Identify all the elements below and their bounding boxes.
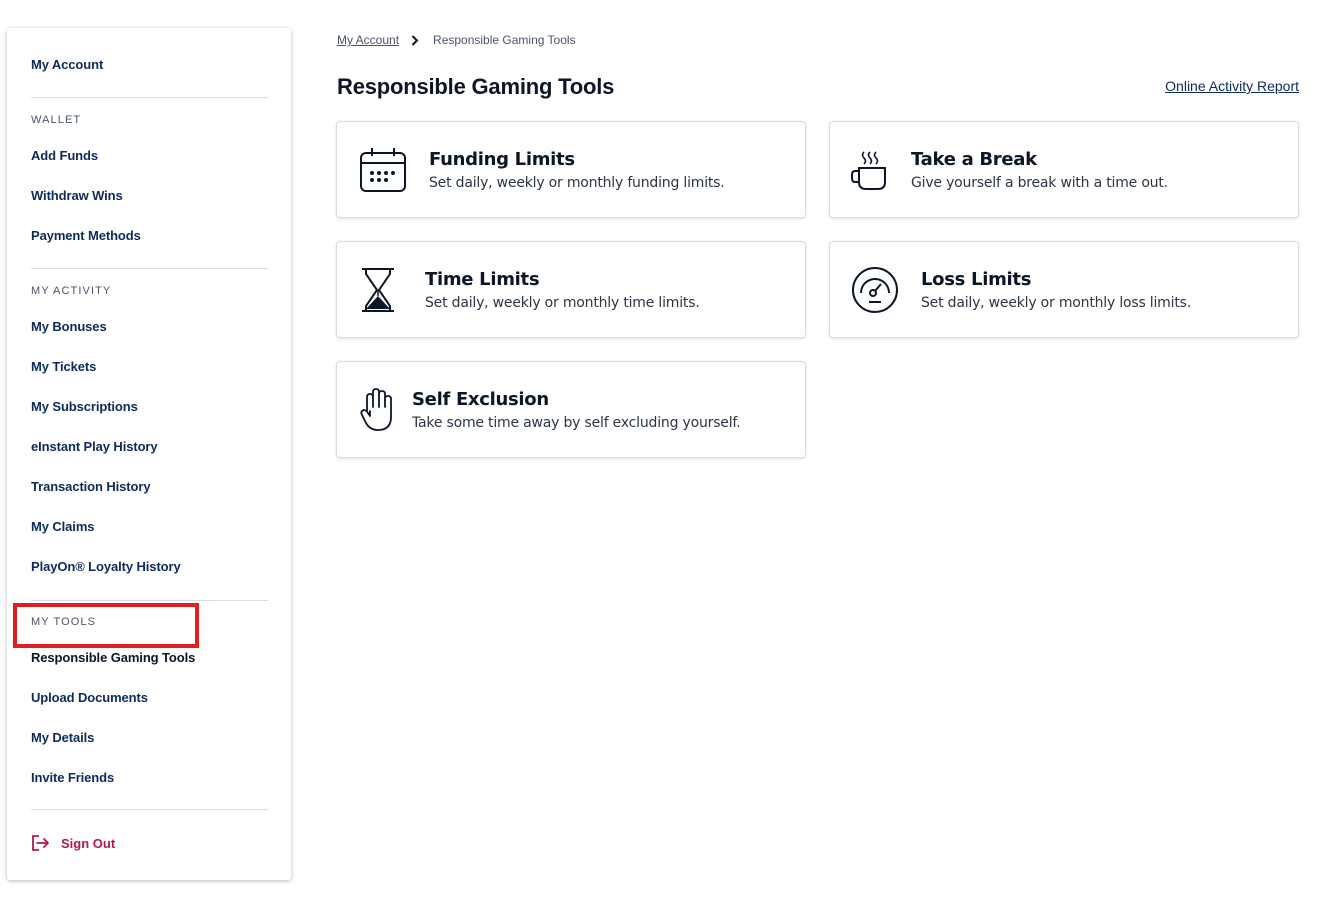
calendar-icon xyxy=(359,146,407,194)
sign-out-label: Sign Out xyxy=(61,835,116,851)
sidebar-item-playon-loyalty-history[interactable]: PlayOn® Loyalty History xyxy=(31,559,181,574)
sidebar-item-withdraw-wins[interactable]: Withdraw Wins xyxy=(31,188,123,203)
active-item-highlight xyxy=(13,603,199,648)
card-description: Set daily, weekly or monthly loss limits… xyxy=(921,295,1191,311)
card-title: Time Limits xyxy=(425,269,540,290)
take-a-break-card[interactable]: Take a Break Give yourself a break with … xyxy=(829,121,1299,218)
card-title: Funding Limits xyxy=(429,149,575,170)
account-sidebar: My Account WALLET Add Funds Withdraw Win… xyxy=(7,28,291,880)
card-title: Self Exclusion xyxy=(412,389,549,410)
breadcrumb-current: Responsible Gaming Tools xyxy=(433,33,576,47)
sidebar-divider xyxy=(31,268,268,269)
page-title: Responsible Gaming Tools xyxy=(337,74,615,99)
loss-limits-card[interactable]: Loss Limits Set daily, weekly or monthly… xyxy=(829,241,1299,338)
breadcrumb: My Account Responsible Gaming Tools xyxy=(337,33,576,47)
sidebar-item-payment-methods[interactable]: Payment Methods xyxy=(31,228,141,243)
breadcrumb-my-account-link[interactable]: My Account xyxy=(337,33,399,47)
sidebar-item-invite-friends[interactable]: Invite Friends xyxy=(31,770,114,785)
coffee-cup-icon xyxy=(850,148,892,192)
card-description: Give yourself a break with a time out. xyxy=(911,175,1168,191)
chevron-right-icon xyxy=(411,34,419,46)
sign-out-button[interactable]: Sign Out xyxy=(31,834,115,852)
sidebar-item-my-claims[interactable]: My Claims xyxy=(31,519,95,534)
sidebar-item-my-subscriptions[interactable]: My Subscriptions xyxy=(31,399,138,414)
hourglass-icon xyxy=(360,266,396,314)
sidebar-item-add-funds[interactable]: Add Funds xyxy=(31,148,98,163)
sidebar-item-my-details[interactable]: My Details xyxy=(31,730,94,745)
sidebar-section-activity: MY ACTIVITY xyxy=(31,285,112,297)
card-description: Set daily, weekly or monthly funding lim… xyxy=(429,175,725,191)
sidebar-divider xyxy=(31,600,268,601)
sidebar-item-my-tickets[interactable]: My Tickets xyxy=(31,359,96,374)
sidebar-item-einstant-play-history[interactable]: eInstant Play History xyxy=(31,439,158,454)
card-title: Loss Limits xyxy=(921,269,1032,290)
sidebar-section-wallet: WALLET xyxy=(31,114,82,126)
hand-icon xyxy=(359,387,393,433)
funding-limits-card[interactable]: Funding Limits Set daily, weekly or mont… xyxy=(336,121,806,218)
sidebar-item-my-account[interactable]: My Account xyxy=(31,57,103,72)
online-activity-report-link[interactable]: Online Activity Report xyxy=(1165,78,1299,94)
sign-out-icon xyxy=(31,834,51,852)
sidebar-divider xyxy=(31,97,268,98)
sidebar-item-transaction-history[interactable]: Transaction History xyxy=(31,479,151,494)
sidebar-item-my-bonuses[interactable]: My Bonuses xyxy=(31,319,107,334)
card-title: Take a Break xyxy=(911,149,1037,170)
sidebar-divider xyxy=(31,809,268,810)
sidebar-item-responsible-gaming-tools[interactable]: Responsible Gaming Tools xyxy=(31,650,195,665)
card-description: Set daily, weekly or monthly time limits… xyxy=(425,295,700,311)
self-exclusion-card[interactable]: Self Exclusion Take some time away by se… xyxy=(336,361,806,458)
sidebar-item-upload-documents[interactable]: Upload Documents xyxy=(31,690,148,705)
card-description: Take some time away by self excluding yo… xyxy=(412,415,741,431)
gauge-icon xyxy=(850,265,900,315)
time-limits-card[interactable]: Time Limits Set daily, weekly or monthly… xyxy=(336,241,806,338)
